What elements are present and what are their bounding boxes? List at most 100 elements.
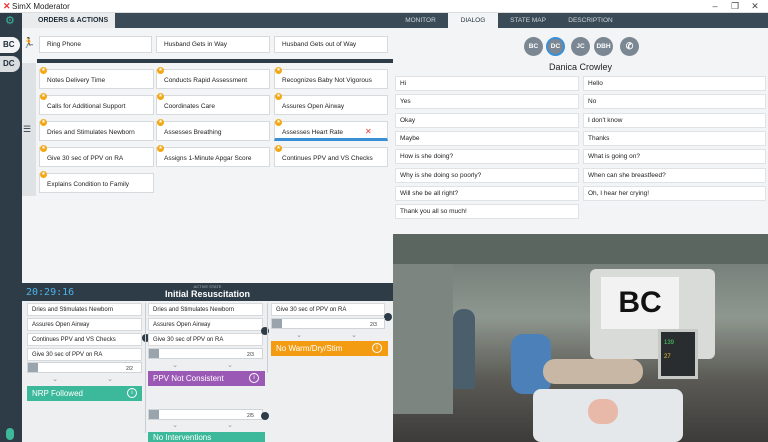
action-card[interactable]: Recognizes Baby Not Vigorous [274, 69, 388, 89]
quick-action-husband-in-way[interactable]: Husband Gets in Way [156, 36, 270, 53]
close-button[interactable]: ✕ [748, 1, 762, 12]
title-bar: ✕ SimX Moderator – ❐ ✕ [0, 0, 768, 13]
criterion-badge [384, 313, 392, 321]
dialog-option[interactable]: Hi [395, 76, 579, 91]
dialog-option[interactable]: I don't know [583, 112, 766, 128]
progress-bar [27, 362, 142, 373]
chevron-down-icon[interactable]: ⌄ [349, 331, 359, 339]
gear-icon[interactable]: ⚙ [5, 15, 17, 27]
window-title: SimX Moderator [12, 2, 70, 11]
monitor-heart-rate: 139 [664, 340, 675, 346]
action-card[interactable]: Notes Delivery Time [39, 69, 154, 89]
dialog-option[interactable]: Thanks [583, 130, 766, 146]
transition-label: No Warm/Dry/Stim [276, 344, 343, 353]
transition-label: PPV Not Consistent [153, 374, 224, 383]
chevron-down-icon[interactable]: ⌄ [225, 361, 235, 369]
progress-bar [271, 318, 385, 329]
info-icon[interactable]: i [127, 388, 137, 398]
dialog-option[interactable]: Oh, I hear her crying! [583, 185, 766, 201]
star-icon: ★ [275, 145, 282, 152]
simx-logo-icon: ✕ [3, 1, 11, 11]
phone-icon[interactable]: ✆ [620, 37, 639, 56]
chevron-down-icon[interactable]: ⌄ [170, 361, 180, 369]
column-divider [267, 303, 268, 373]
quick-action-husband-out-of-way[interactable]: Husband Gets out of Way [274, 36, 388, 53]
chevron-down-icon[interactable]: ⌄ [225, 421, 235, 429]
action-card[interactable]: Coordinates Care [156, 95, 270, 115]
tab-dialog[interactable]: DIALOG [448, 13, 498, 28]
left-tab-bar: ORDERS & ACTIONS [22, 13, 393, 28]
state-name: Initial Resuscitation [164, 289, 251, 299]
maximize-button[interactable]: ❐ [728, 1, 742, 12]
dialog-option[interactable]: Okay [395, 112, 579, 128]
dialog-option[interactable]: What is going on? [583, 149, 766, 165]
action-card[interactable]: Continues PPV and VS Checks [274, 147, 388, 167]
microphone-icon[interactable] [6, 428, 14, 440]
action-card[interactable]: Assigns 1-Minute Apgar Score [156, 147, 270, 167]
participant-tab-bc[interactable]: BC [0, 37, 20, 53]
minimize-button[interactable]: – [708, 1, 722, 11]
action-card[interactable]: Calls for Additional Support [39, 95, 154, 115]
state-criterion: Give 30 sec of PPV on RA [148, 333, 263, 346]
tab-description[interactable]: DESCRIPTION [558, 13, 623, 28]
dialog-option[interactable]: Will she be all right? [395, 185, 579, 201]
info-icon[interactable]: i [372, 343, 382, 353]
state-header: 20:29:16 ACTIVE STATE Initial Resuscitat… [22, 283, 393, 301]
remove-icon[interactable]: ✕ [365, 127, 372, 136]
scene-participant-sign: BC [601, 277, 679, 329]
avatar-bc[interactable]: BC [524, 37, 543, 56]
progress-bar [148, 348, 263, 359]
simulation-scene-image: BC 139 27 [393, 234, 768, 442]
state-criterion: Assures Open Airway [27, 318, 142, 331]
section-divider [37, 59, 393, 63]
state-criterion: Assures Open Airway [148, 318, 263, 331]
transition-button-no-warm-dry-stim[interactable]: No Warm/Dry/Stim i [271, 341, 388, 356]
tab-state-map[interactable]: STATE MAP [498, 13, 558, 28]
avatar-dc[interactable]: DC [546, 37, 565, 56]
transition-button-nrp-followed[interactable]: NRP Followed i [27, 386, 142, 401]
action-card[interactable]: Conducts Rapid Assessment [156, 69, 270, 89]
scene-patient-bed [543, 359, 643, 384]
action-card[interactable]: Assures Open Airway [274, 95, 388, 115]
dialog-option[interactable]: Why is she doing so poorly? [395, 167, 579, 183]
action-card[interactable]: Give 30 sec of PPV on RA [39, 147, 154, 167]
transition-label: NRP Followed [32, 389, 83, 398]
tab-monitor[interactable]: MONITOR [393, 13, 448, 28]
star-icon: ★ [275, 93, 282, 100]
avatar-jc[interactable]: JC [571, 37, 590, 56]
chevron-down-icon[interactable]: ⌄ [105, 375, 115, 383]
star-icon: ★ [40, 93, 47, 100]
participant-tab-dc[interactable]: DC [0, 56, 20, 72]
transition-button-no-interventions[interactable]: No Interventions [148, 432, 265, 442]
avatar-dbh[interactable]: DBH [594, 37, 613, 56]
star-icon: ★ [157, 93, 164, 100]
dialog-option[interactable]: Yes [395, 94, 579, 110]
progress-count: 2/5 [247, 413, 254, 419]
tab-orders-actions[interactable]: ORDERS & ACTIONS [22, 13, 115, 28]
state-criterion: Give 30 sec of PPV on RA [27, 348, 142, 361]
running-person-icon: 🏃 [22, 38, 36, 49]
selected-person-name: Danica Crowley [548, 62, 613, 72]
scene-newborn [588, 399, 618, 424]
dialog-option[interactable]: How is she doing? [395, 149, 579, 165]
info-icon[interactable]: i [249, 373, 259, 383]
dialog-option[interactable]: Thank you all so much! [395, 204, 579, 220]
chevron-down-icon[interactable]: ⌄ [170, 421, 180, 429]
participant-rail [0, 13, 22, 442]
action-card[interactable]: Explains Condition to Family [39, 173, 154, 193]
chevron-down-icon[interactable]: ⌄ [294, 331, 304, 339]
progress-bar [148, 409, 263, 420]
state-criterion: Dries and Stimulates Newborn [148, 303, 263, 316]
state-criterion: Dries and Stimulates Newborn [27, 303, 142, 316]
transition-button-ppv-not-consistent[interactable]: PPV Not Consistent i [148, 371, 265, 386]
dialog-option[interactable]: Maybe [395, 130, 579, 146]
action-card[interactable]: Dries and Stimulates Newborn [39, 121, 154, 141]
transition-label: No Interventions [153, 433, 212, 442]
star-icon: ★ [40, 171, 47, 178]
chevron-down-icon[interactable]: ⌄ [50, 375, 60, 383]
quick-action-ring-phone[interactable]: Ring Phone [39, 36, 152, 53]
action-card[interactable]: Assesses Breathing [156, 121, 270, 141]
dialog-option[interactable]: When can she breastfeed? [583, 167, 766, 183]
dialog-option[interactable]: Hello [583, 76, 766, 91]
dialog-option[interactable]: No [583, 94, 766, 110]
